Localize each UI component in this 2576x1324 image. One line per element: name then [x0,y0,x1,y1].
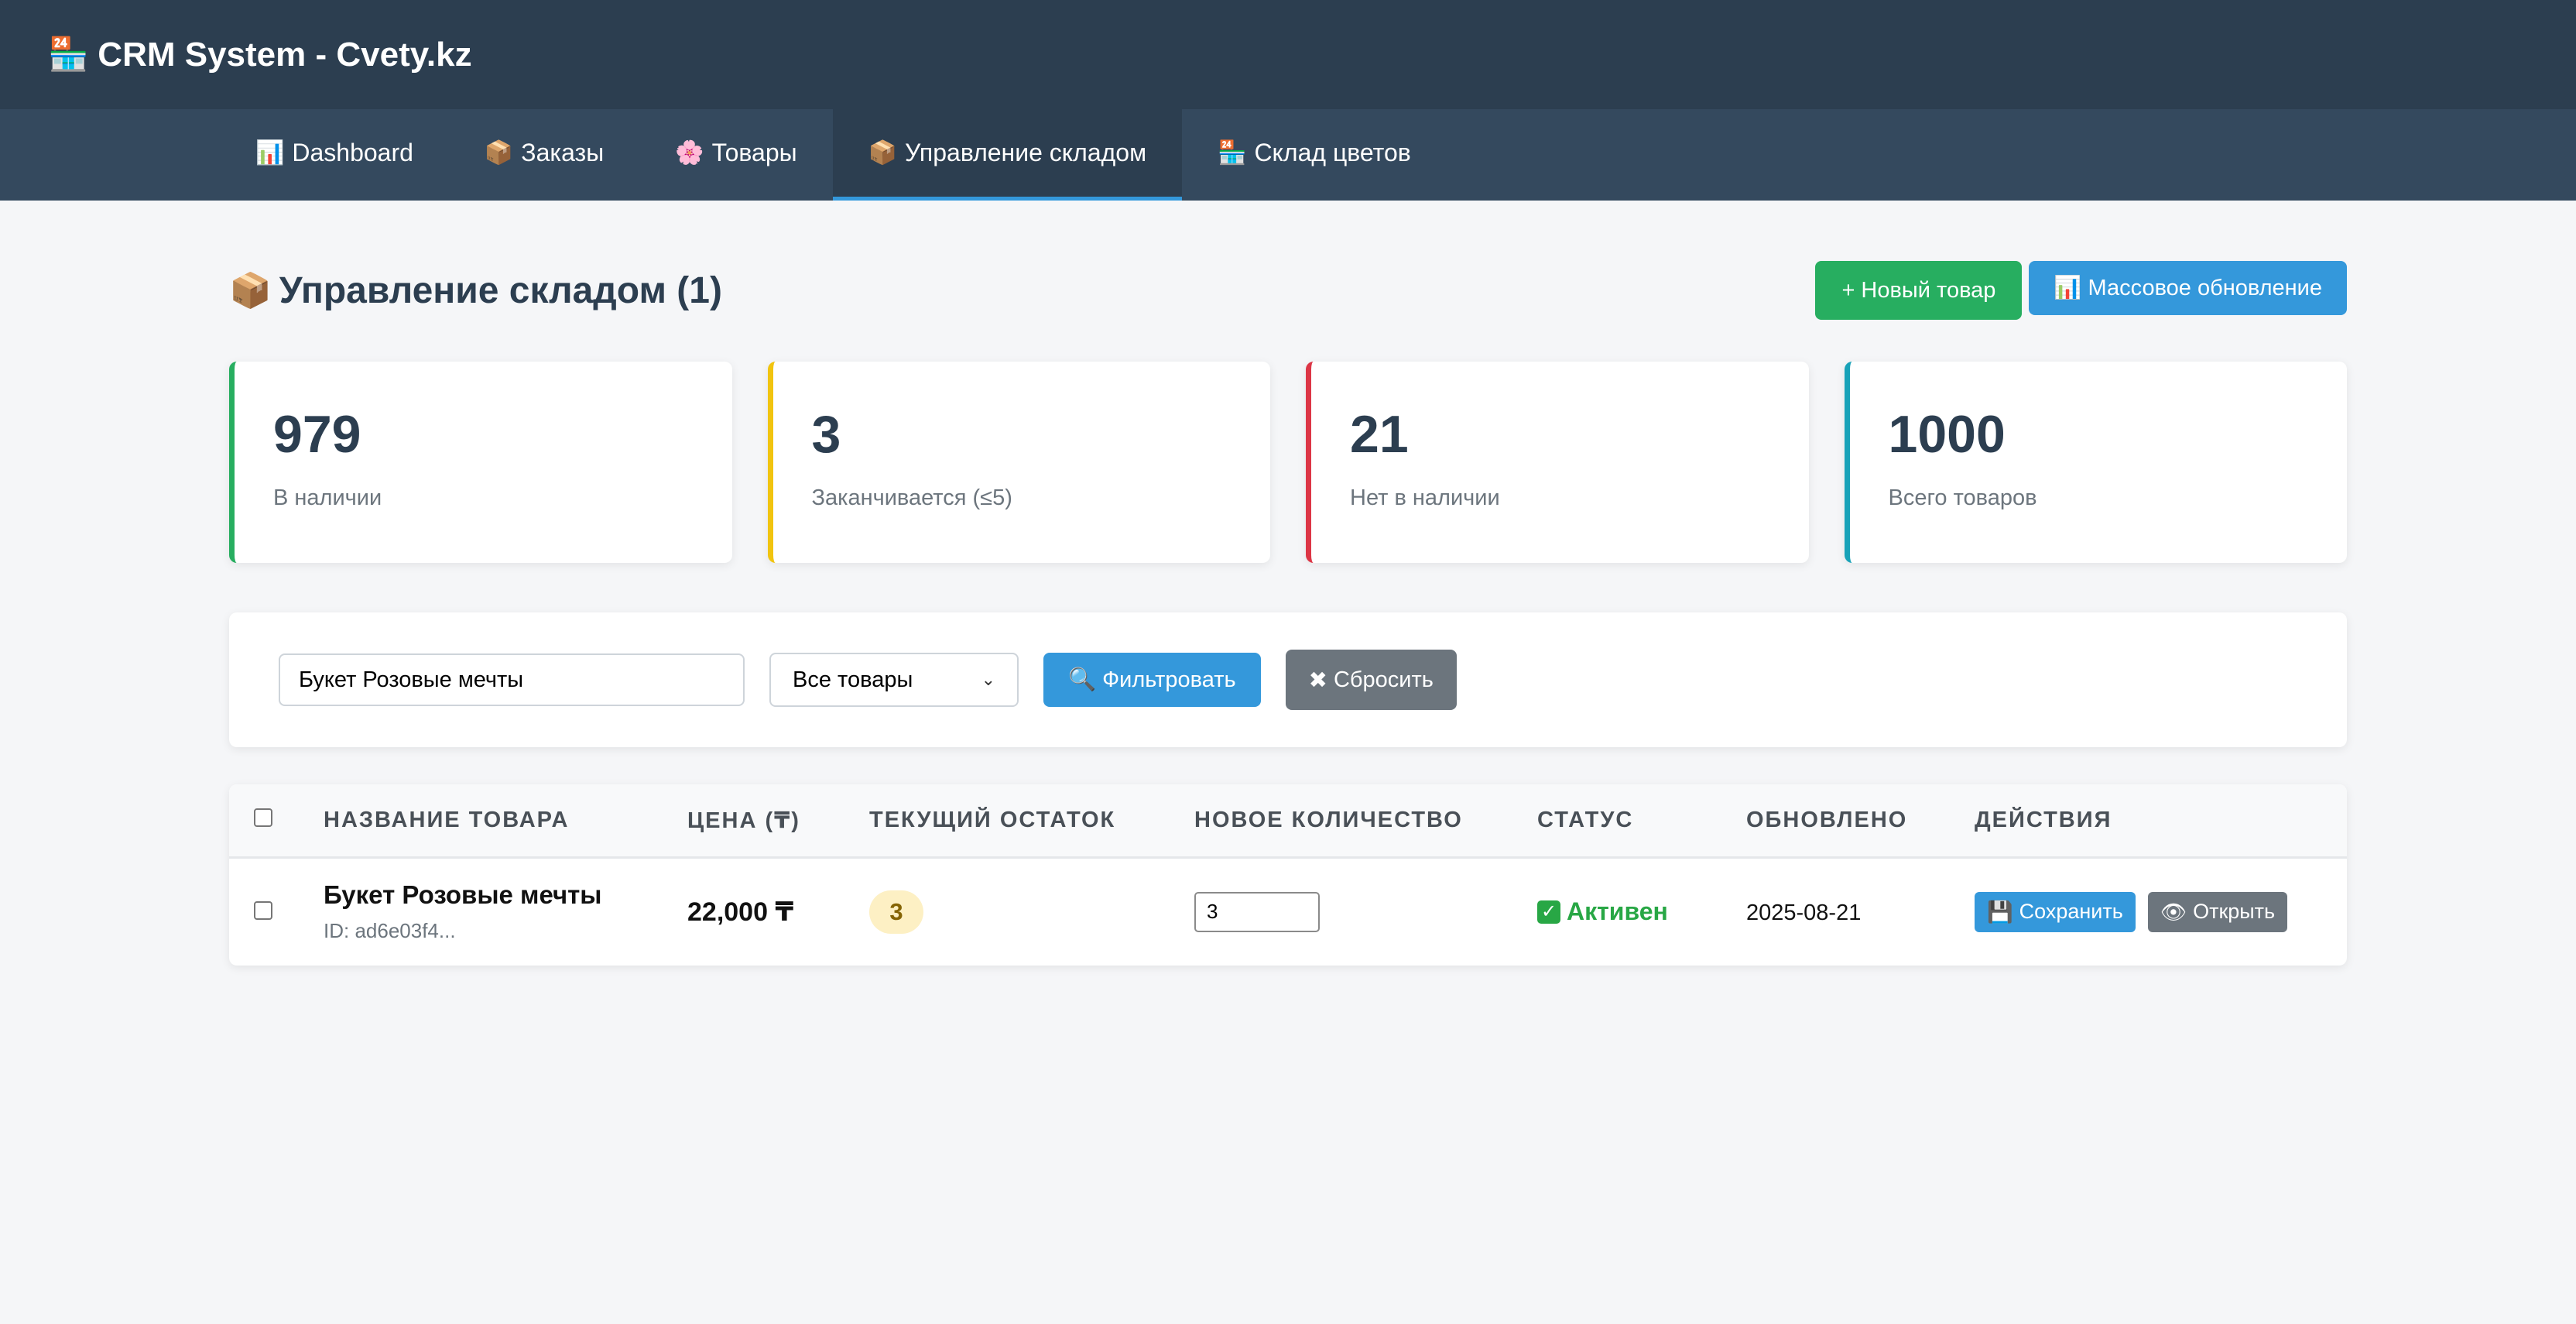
flower-icon: 🌸 [675,140,704,166]
status-text: Активен [1567,897,1668,926]
page-title-text: Управление складом (1) [279,269,722,311]
updated-cell: 2025-08-21 [1746,857,1975,966]
product-price: 22,000 ₸ [687,897,794,927]
package-icon: 📦 [868,140,897,166]
nav-label: Dashboard [292,139,413,166]
open-button[interactable]: 👁 Открыть [2147,891,2288,932]
new-qty-cell [1194,857,1537,966]
stat-low-stock: 3 Заканчивается (≤5) [767,362,1270,563]
button-label: Новый товар [1861,277,1996,303]
button-label: Сохранить [2019,900,2123,924]
stat-in-stock: 979 В наличии [229,362,732,563]
app-title: CRM System - Cvety.kz [98,35,472,74]
new-product-button[interactable]: + Новый товар [1815,261,2023,320]
page-actions: + Новый товар 📊 Массовое обновление [1815,261,2347,320]
nav-orders[interactable]: 📦 Заказы [449,109,639,201]
column-header: ТЕКУЩИЙ ОСТАТОК [869,807,1116,832]
button-label: Массовое обновление [2088,275,2322,300]
nav-flower-warehouse[interactable]: 🏪 Склад цветов [1182,109,1447,201]
stat-total: 1000 Всего товаров [1844,362,2347,563]
check-icon: ✓ [1537,900,1560,924]
stat-label: Заканчивается (≤5) [811,485,1012,510]
price-cell: 22,000 ₸ [687,857,869,966]
stock-filter-select[interactable]: Все товары ⌄ [769,653,1019,707]
page-title: 📦 Управление складом (1) [229,269,722,312]
column-header: ЦЕНА (₸) [687,808,800,833]
table-row: Букет Розовые мечты ID: ad6e03f4... 22,0… [229,857,2347,966]
stats-row: 979 В наличии 3 Заканчивается (≤5) 21 Не… [229,362,2347,563]
stat-label: Всего товаров [1888,485,2037,510]
product-id: ID: ad6e03f4... [324,919,456,943]
inventory-table: НАЗВАНИЕ ТОВАРА ЦЕНА (₸) ТЕКУЩИЙ ОСТАТОК… [229,784,2347,966]
select-all-checkbox[interactable] [254,808,272,827]
column-header: СТАТУС [1537,807,1634,832]
select-value: Все товары [793,667,913,692]
product-cell: Букет Розовые мечты ID: ad6e03f4... [324,857,687,966]
nav-label: Заказы [521,139,605,166]
chevron-down-icon: ⌄ [981,670,995,689]
column-header: НОВОЕ КОЛИЧЕСТВО [1194,807,1463,832]
nav-products[interactable]: 🌸 Товары [639,109,832,201]
chart-icon: 📊 [255,140,285,166]
inventory-table-card: НАЗВАНИЕ ТОВАРА ЦЕНА (₸) ТЕКУЩИЙ ОСТАТОК… [229,784,2347,966]
stat-value: 21 [1350,405,1409,464]
page-header: 📦 Управление складом (1) + Новый товар 📊… [229,201,2347,362]
stock-badge: 3 [869,890,923,934]
nav-label: Товары [711,139,797,166]
plus-icon: + [1841,277,1855,303]
reset-button[interactable]: ✖ Сбросить [1285,650,1457,710]
quantity-input[interactable] [1194,891,1320,932]
filter-panel: Все товары ⌄ 🔍 Фильтровать ✖ Сбросить [229,612,2347,747]
main-nav: 📊 Dashboard 📦 Заказы 🌸 Товары 📦 Управлен… [0,109,2576,201]
package-icon: 📦 [229,272,272,310]
select-all-cell [229,784,324,857]
stat-value: 3 [811,405,841,464]
save-button[interactable]: 💾 Сохранить [1975,891,2136,932]
store-icon: 🏪 [1218,140,1247,166]
column-header: ДЕЙСТВИЯ [1975,807,2112,832]
search-icon: 🔍 [1068,667,1097,692]
store-icon: 🏪 [48,36,89,72]
column-header: ОБНОВЛЕНО [1746,807,1908,832]
app-brand[interactable]: 🏪 CRM System - Cvety.kz [48,36,472,74]
bulk-update-button[interactable]: 📊 Массовое обновление [2029,261,2347,315]
stat-value: 1000 [1888,405,2006,464]
floppy-disk-icon: 💾 [1987,900,2013,924]
button-label: Фильтровать [1102,667,1236,692]
table-header-row: НАЗВАНИЕ ТОВАРА ЦЕНА (₸) ТЕКУЩИЙ ОСТАТОК… [229,784,2347,857]
package-icon: 📦 [484,140,514,166]
status-badge: ✓ Активен [1537,897,1746,926]
nav-dashboard[interactable]: 📊 Dashboard [220,109,449,201]
eye-icon: 👁 [2160,900,2187,924]
stat-label: Нет в наличии [1350,485,1500,510]
row-checkbox[interactable] [254,900,272,920]
row-select-cell [229,857,324,966]
row-actions: 💾 Сохранить 👁 Открыть [1975,891,2347,932]
search-input[interactable] [279,653,745,706]
chart-icon: 📊 [2054,276,2082,300]
stat-out-of-stock: 21 Нет в наличии [1306,362,1809,563]
stock-cell: 3 [869,857,1194,966]
status-cell: ✓ Активен [1537,857,1746,966]
actions-cell: 💾 Сохранить 👁 Открыть [1975,857,2347,966]
nav-label: Управление складом [905,139,1147,166]
column-header: НАЗВАНИЕ ТОВАРА [324,807,570,832]
product-name: Букет Розовые мечты [324,880,602,910]
button-label: Сбросить [1333,667,1434,692]
nav-label: Склад цветов [1254,139,1411,166]
updated-date: 2025-08-21 [1746,900,1862,925]
stat-label: В наличии [273,485,382,510]
close-icon: ✖ [1308,667,1327,693]
top-header: 🏪 CRM System - Cvety.kz [0,0,2576,109]
nav-inventory[interactable]: 📦 Управление складом [832,109,1183,201]
stat-value: 979 [273,405,361,464]
filter-button[interactable]: 🔍 Фильтровать [1043,653,1261,707]
main-content: 📦 Управление складом (1) + Новый товар 📊… [0,201,2576,966]
button-label: Открыть [2193,900,2276,924]
